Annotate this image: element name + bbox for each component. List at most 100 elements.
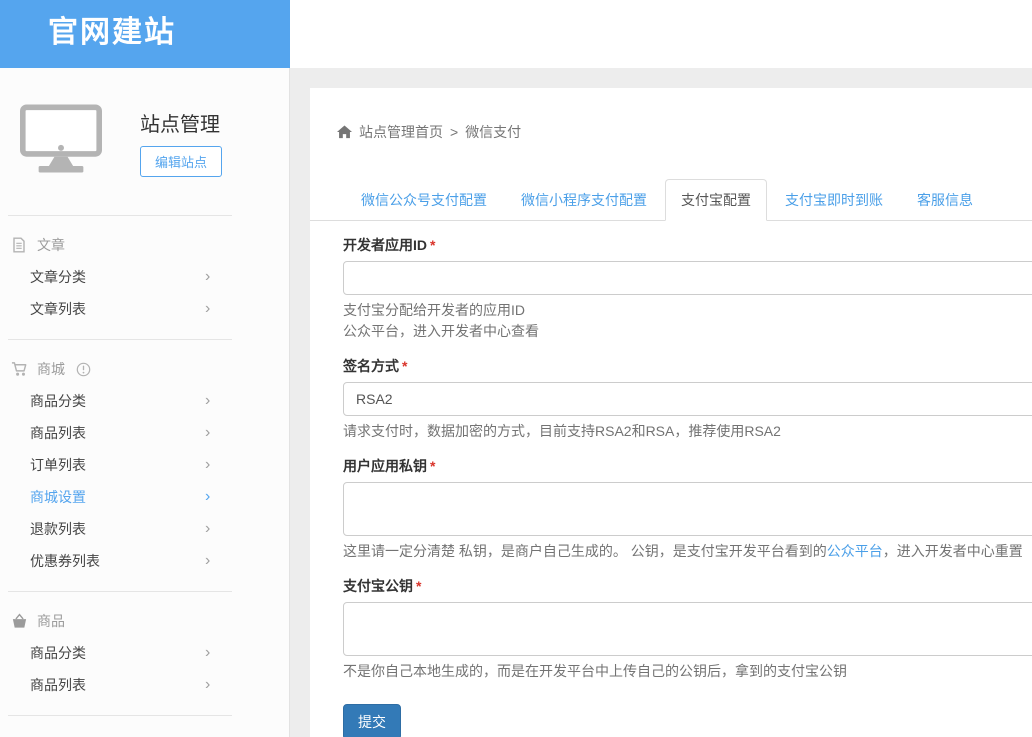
site-panel: 站点管理 编辑站点 xyxy=(0,68,289,201)
field-help: 不是你自己本地生成的，而是在开发平台中上传自己的公钥后，拿到的支付宝公钥 xyxy=(343,661,1032,682)
tab-wechat-mp-pay[interactable]: 微信公众号支付配置 xyxy=(345,179,503,221)
item-label: 商品分类 xyxy=(30,393,86,409)
sidebar-item-mall-goods-category[interactable]: 商品分类 › xyxy=(0,385,289,417)
chevron-right-icon: › xyxy=(205,669,210,701)
sidebar-item-mall-refund-list[interactable]: 退款列表 › xyxy=(0,513,289,545)
form-group-user-private-key: 用户应用私钥* 这里请一定分清楚 私钥，是商户自己生成的。 公钥，是支付宝开发平… xyxy=(343,456,1032,562)
section-title: 商品 xyxy=(37,611,65,631)
sidebar-item-product-list[interactable]: 商品列表 › xyxy=(0,669,289,701)
help-line: 支付宝分配给开发者的应用ID xyxy=(343,300,1032,321)
breadcrumb-home[interactable]: 站点管理首页 xyxy=(359,122,443,142)
item-label: 商品列表 xyxy=(30,677,86,693)
item-label: 订单列表 xyxy=(30,457,86,473)
sidebar-section-official-account: 公众号管理 xyxy=(0,729,289,737)
label-text: 用户应用私钥 xyxy=(343,458,427,474)
user-private-key-textarea[interactable] xyxy=(343,482,1032,536)
chevron-right-icon: › xyxy=(205,637,210,669)
article-icon xyxy=(10,237,28,253)
sidebar-item-mall-order-list[interactable]: 订单列表 › xyxy=(0,449,289,481)
help-line: 请求支付时，数据加密的方式，目前支持RSA2和RSA，推荐使用RSA2 xyxy=(343,421,1032,442)
form-group-sign-type: 签名方式* 请求支付时，数据加密的方式，目前支持RSA2和RSA，推荐使用RSA… xyxy=(343,356,1032,442)
alert-circle-icon xyxy=(74,362,92,377)
sidebar-item-article-list[interactable]: 文章列表 › xyxy=(0,293,289,325)
chevron-right-icon: › xyxy=(205,481,210,513)
divider xyxy=(8,339,232,340)
section-title: 商城 xyxy=(37,359,65,379)
item-label: 优惠券列表 xyxy=(30,553,100,569)
breadcrumb-current: 微信支付 xyxy=(465,122,521,142)
sidebar-item-article-category[interactable]: 文章分类 › xyxy=(0,261,289,293)
help-line: 这里请一定分清楚 私钥，是商户自己生成的。 公钥，是支付宝开发平台看到的 xyxy=(343,543,827,559)
cart-icon xyxy=(10,361,28,377)
item-label: 退款列表 xyxy=(30,521,86,537)
sidebar-section-article: 文章 xyxy=(0,229,289,261)
chevron-right-icon: › xyxy=(205,545,210,577)
help-line: 不是你自己本地生成的，而是在开发平台中上传自己的公钥后，拿到的支付宝公钥 xyxy=(343,661,1032,682)
edit-site-button[interactable]: 编辑站点 xyxy=(140,146,222,177)
help-line: 公众平台，进入开发者中心查看 xyxy=(343,321,1032,342)
monitor-icon xyxy=(20,104,102,174)
sidebar-item-mall-settings[interactable]: 商城设置 › xyxy=(0,481,289,513)
sidebar-section-mall: 商城 xyxy=(0,353,289,385)
required-asterisk: * xyxy=(430,458,435,474)
panel-title: 站点管理 xyxy=(140,108,220,137)
sidebar: 站点管理 编辑站点 文章 文章分类 › 文章列表 › 商城 xyxy=(0,68,290,737)
section-title: 文章 xyxy=(37,235,65,255)
breadcrumb-separator: > xyxy=(450,124,458,140)
chevron-right-icon: › xyxy=(205,449,210,481)
breadcrumb: 站点管理首页 > 微信支付 xyxy=(337,122,1032,142)
field-help: 请求支付时，数据加密的方式，目前支持RSA2和RSA，推荐使用RSA2 xyxy=(343,421,1032,442)
item-label: 商品分类 xyxy=(30,645,86,661)
divider xyxy=(8,215,232,216)
chevron-right-icon: › xyxy=(205,385,210,417)
required-asterisk: * xyxy=(430,237,435,253)
app-logo: 官网建站 xyxy=(0,0,290,68)
item-label: 商城设置 xyxy=(30,489,86,505)
tab-label[interactable]: 支付宝配置 xyxy=(665,179,767,221)
divider xyxy=(8,715,232,716)
chevron-right-icon: › xyxy=(205,293,210,325)
form-group-developer-appid: 开发者应用ID* 支付宝分配给开发者的应用ID 公众平台，进入开发者中心查看 xyxy=(343,235,1032,342)
field-help: 支付宝分配给开发者的应用ID 公众平台，进入开发者中心查看 xyxy=(343,300,1032,342)
form-group-alipay-public-key: 支付宝公钥* 不是你自己本地生成的，而是在开发平台中上传自己的公钥后，拿到的支付… xyxy=(343,576,1032,682)
label-text: 开发者应用ID xyxy=(343,237,427,253)
item-label: 商品列表 xyxy=(30,425,86,441)
tab-alipay-instant[interactable]: 支付宝即时到账 xyxy=(769,179,899,221)
sidebar-section-product: 商品 xyxy=(0,605,289,637)
home-icon xyxy=(337,125,352,139)
alipay-public-key-textarea[interactable] xyxy=(343,602,1032,656)
field-label: 签名方式* xyxy=(343,356,1032,376)
tab-alipay-config[interactable]: 支付宝配置 xyxy=(665,179,767,221)
tab-label[interactable]: 微信公众号支付配置 xyxy=(345,179,503,221)
sidebar-item-product-category[interactable]: 商品分类 › xyxy=(0,637,289,669)
tab-wechat-miniprogram-pay[interactable]: 微信小程序支付配置 xyxy=(505,179,663,221)
developer-appid-input[interactable] xyxy=(343,261,1032,295)
app-title: 官网建站 xyxy=(48,16,176,49)
basket-icon xyxy=(10,613,28,629)
required-asterisk: * xyxy=(402,358,407,374)
field-help: 这里请一定分清楚 私钥，是商户自己生成的。 公钥，是支付宝开发平台看到的公众平台… xyxy=(343,541,1032,562)
tab-customer-service[interactable]: 客服信息 xyxy=(901,179,989,221)
chevron-right-icon: › xyxy=(205,417,210,449)
field-label: 开发者应用ID* xyxy=(343,235,1032,255)
field-label: 支付宝公钥* xyxy=(343,576,1032,596)
item-label: 文章列表 xyxy=(30,301,86,317)
sidebar-item-mall-goods-list[interactable]: 商品列表 › xyxy=(0,417,289,449)
tab-label[interactable]: 微信小程序支付配置 xyxy=(505,179,663,221)
public-platform-link[interactable]: 公众平台 xyxy=(827,543,883,559)
content-card: 站点管理首页 > 微信支付 微信公众号支付配置 微信小程序支付配置 支付宝配置 … xyxy=(310,88,1032,737)
sign-type-input[interactable] xyxy=(343,382,1032,416)
divider xyxy=(8,591,232,592)
submit-button[interactable]: 提交 xyxy=(343,704,401,737)
label-text: 签名方式 xyxy=(343,358,399,374)
help-line: ，进入开发者中心重置 xyxy=(883,543,1023,559)
chevron-right-icon: › xyxy=(205,261,210,293)
item-label: 文章分类 xyxy=(30,269,86,285)
tab-label[interactable]: 支付宝即时到账 xyxy=(769,179,899,221)
alipay-config-form: 开发者应用ID* 支付宝分配给开发者的应用ID 公众平台，进入开发者中心查看 签… xyxy=(343,235,1032,737)
field-label: 用户应用私钥* xyxy=(343,456,1032,476)
tab-label[interactable]: 客服信息 xyxy=(901,179,989,221)
sidebar-item-mall-coupon-list[interactable]: 优惠券列表 › xyxy=(0,545,289,577)
label-text: 支付宝公钥 xyxy=(343,578,413,594)
payment-config-tabs: 微信公众号支付配置 微信小程序支付配置 支付宝配置 支付宝即时到账 客服信息 xyxy=(310,179,1032,221)
